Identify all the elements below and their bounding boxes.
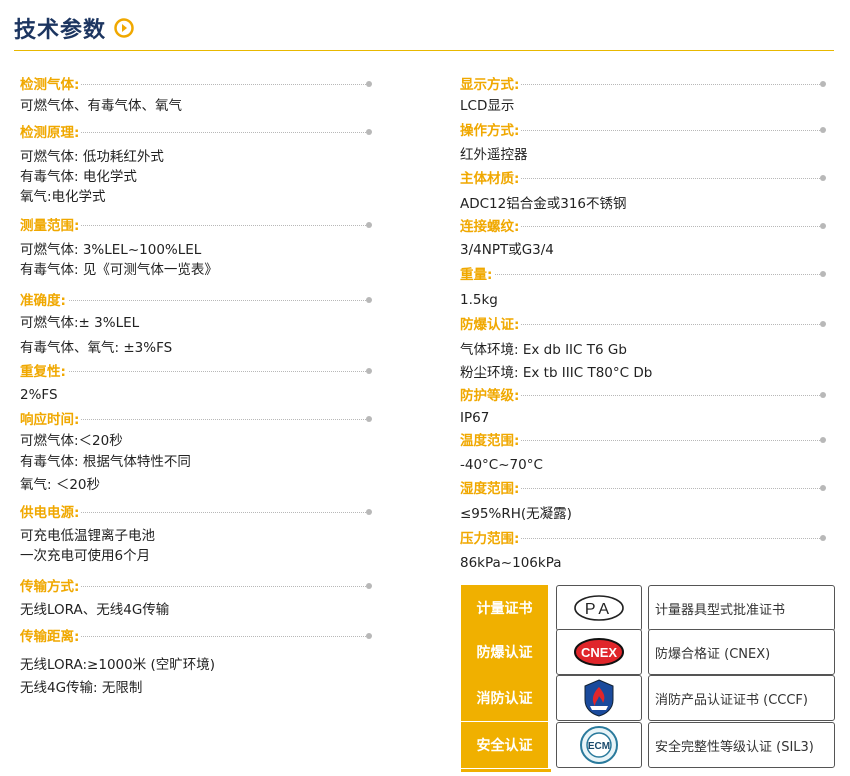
spec-label: 检测原理: — [20, 125, 82, 141]
spec-value: 可燃气体、有毒气体、氧气 — [20, 98, 182, 114]
spec-value: 可燃气体: 3%LEL~100%LEL — [20, 242, 202, 258]
spec-item: 操作方式: 红外遥控器 — [460, 120, 826, 165]
spec-value: -40°C~70°C — [460, 457, 543, 473]
spec-label: 压力范围: — [460, 531, 522, 547]
cnex-logo-icon: CNEX — [556, 629, 642, 675]
spec-label: 重复性: — [20, 364, 68, 380]
spec-item: 重复性: 2%FS — [20, 361, 372, 405]
spec-label: 传输方式: — [20, 579, 82, 595]
spec-label: 操作方式: — [460, 123, 522, 139]
spec-value: ADC12铝合金或316不锈钢 — [460, 196, 627, 212]
spec-label: 检测气体: — [20, 77, 82, 93]
spec-label: 温度范围: — [460, 433, 522, 449]
cmc-pa-logo-icon: PA — [556, 585, 642, 631]
cert-label: 安全认证 — [461, 722, 548, 768]
spec-item: 连接螺纹: 3/4NPT或G3/4 — [460, 216, 826, 260]
cert-name: 消防产品认证证书 (CCCF) — [648, 675, 835, 721]
spec-value: IP67 — [460, 410, 490, 426]
svg-text:ECM: ECM — [588, 741, 610, 752]
spec-label: 供电电源: — [20, 505, 82, 521]
spec-label: 准确度: — [20, 293, 68, 309]
spec-value: 粉尘环境: Ex tb IIIC T80°C Db — [460, 365, 653, 381]
page-title: 技术参数 — [14, 18, 107, 43]
cert-name: 计量器具型式批准证书 — [648, 585, 835, 631]
spec-value: 有毒气体: 电化学式 — [20, 169, 137, 185]
spec-value: 1.5kg — [460, 292, 498, 308]
spec-value: 一次充电可使用6个月 — [20, 548, 151, 564]
spec-value: 2%FS — [20, 387, 58, 403]
spec-item: 防爆认证: 气体环境: Ex db IIC T6 Gb 粉尘环境: Ex tb … — [460, 314, 826, 383]
spec-value: 有毒气体、氧气: ±3%FS — [20, 340, 173, 356]
cccf-fire-logo-icon — [556, 675, 642, 721]
spec-label: 湿度范围: — [460, 481, 522, 497]
spec-value: 有毒气体: 根据气体特性不同 — [20, 454, 191, 470]
arrow-circle-icon — [114, 18, 134, 38]
spec-item: 显示方式: LCD显示 — [460, 74, 826, 116]
spec-label: 连接螺纹: — [460, 219, 522, 235]
spec-value: ≤95%RH(无凝露) — [460, 506, 572, 522]
svg-text:PA: PA — [585, 601, 613, 618]
cert-label: 防爆认证 — [461, 629, 548, 675]
spec-label: 重量: — [460, 267, 495, 283]
cert-table-bottom-bar — [461, 769, 551, 772]
spec-item: 温度范围: -40°C~70°C — [460, 430, 826, 475]
spec-item: 供电电源: 可充电低温锂离子电池 一次充电可使用6个月 — [20, 502, 372, 566]
spec-item: 压力范围: 86kPa~106kPa — [460, 528, 826, 573]
spec-value: 86kPa~106kPa — [460, 555, 562, 571]
spec-value: 可燃气体:± 3%LEL — [20, 315, 140, 331]
spec-label: 响应时间: — [20, 412, 82, 428]
spec-item: 主体材质: ADC12铝合金或316不锈钢 — [460, 168, 826, 214]
spec-value: LCD显示 — [460, 98, 515, 114]
header-divider — [14, 50, 834, 51]
spec-label: 防爆认证: — [460, 317, 522, 333]
spec-value: 氧气: ＜20秒 — [20, 477, 101, 493]
spec-item: 响应时间: 可燃气体:＜20秒 有毒气体: 根据气体特性不同 氧气: ＜20秒 — [20, 409, 372, 495]
spec-value: 可燃气体: 低功耗红外式 — [20, 149, 164, 165]
ecm-sil-logo-icon: ECM — [556, 722, 642, 768]
spec-value: 无线LORA、无线4G传输 — [20, 602, 170, 618]
cert-label: 计量证书 — [461, 585, 548, 631]
spec-label: 传输距离: — [20, 629, 82, 645]
cert-name: 安全完整性等级认证 (SIL3) — [648, 722, 835, 768]
spec-item: 传输方式: 无线LORA、无线4G传输 — [20, 576, 372, 620]
spec-item: 检测气体: 可燃气体、有毒气体、氧气 — [20, 74, 372, 116]
spec-item: 重量: 1.5kg — [460, 264, 826, 310]
svg-text:CNEX: CNEX — [581, 645, 617, 660]
cert-name: 防爆合格证 (CNEX) — [648, 629, 835, 675]
cert-label: 消防认证 — [461, 675, 548, 721]
spec-label: 测量范围: — [20, 218, 82, 234]
spec-value: 可燃气体:＜20秒 — [20, 433, 123, 449]
spec-label: 显示方式: — [460, 77, 522, 93]
spec-value: 红外遥控器 — [460, 147, 528, 163]
spec-label: 主体材质: — [460, 171, 522, 187]
spec-value: 无线LORA:≥1000米 (空旷环境) — [20, 657, 216, 673]
spec-item: 湿度范围: ≤95%RH(无凝露) — [460, 478, 826, 524]
spec-item: 准确度: 可燃气体:± 3%LEL 有毒气体、氧气: ±3%FS — [20, 290, 372, 358]
section-header: 技术参数 — [14, 12, 134, 44]
spec-item: 测量范围: 可燃气体: 3%LEL~100%LEL 有毒气体: 见《可测气体一览… — [20, 215, 372, 280]
spec-label: 防护等级: — [460, 388, 522, 404]
spec-value: 3/4NPT或G3/4 — [460, 242, 554, 258]
spec-item: 传输距离: 无线LORA:≥1000米 (空旷环境) 无线4G传输: 无限制 — [20, 626, 372, 698]
spec-value: 有毒气体: 见《可测气体一览表》 — [20, 262, 218, 278]
spec-item: 防护等级: IP67 — [460, 385, 826, 428]
spec-value: 气体环境: Ex db IIC T6 Gb — [460, 342, 627, 358]
spec-value: 可充电低温锂离子电池 — [20, 528, 155, 544]
spec-item: 检测原理: 可燃气体: 低功耗红外式 有毒气体: 电化学式 氧气:电化学式 — [20, 122, 372, 207]
spec-value: 氧气:电化学式 — [20, 189, 106, 205]
spec-value: 无线4G传输: 无限制 — [20, 680, 143, 696]
